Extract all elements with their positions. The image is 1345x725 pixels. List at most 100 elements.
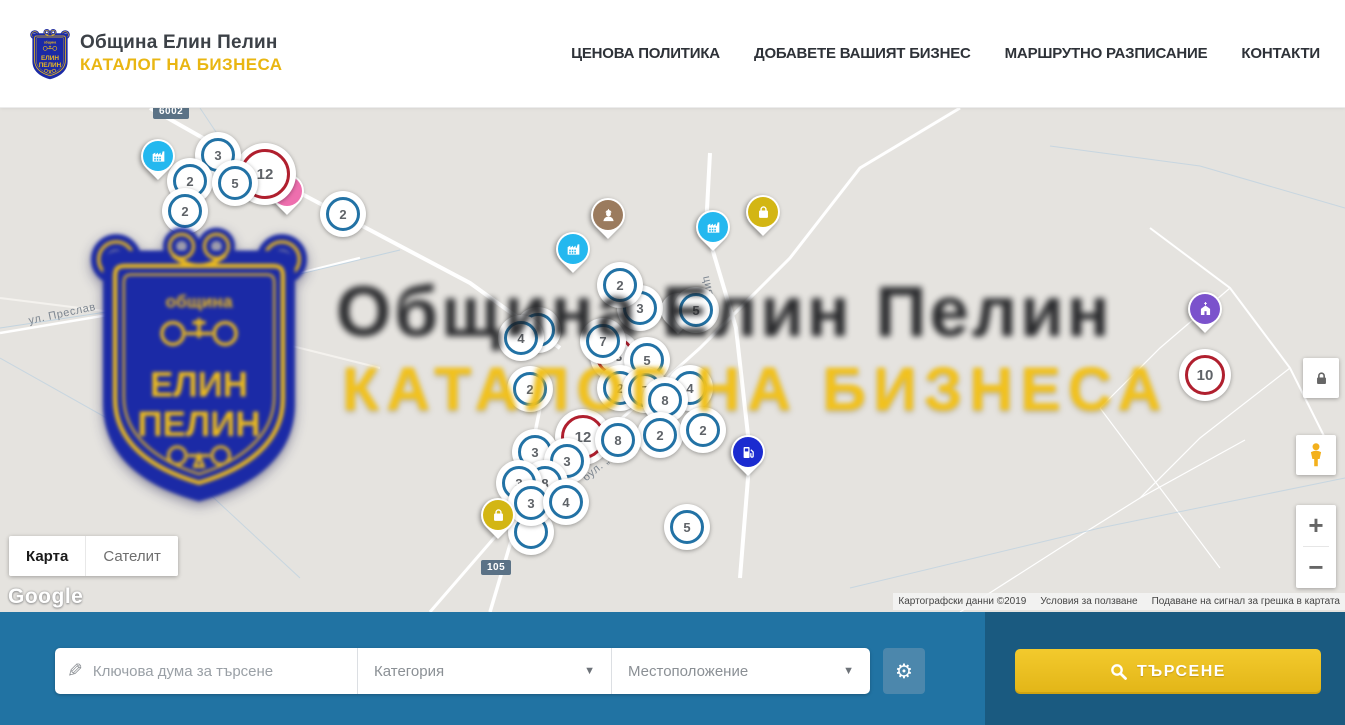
location-select-label: Местоположение bbox=[628, 663, 748, 680]
map-cluster-marker[interactable]: 5 bbox=[212, 160, 258, 206]
page: община ЕЛИН ПЕЛИН Община Елин Пелин КАТА… bbox=[0, 0, 1345, 725]
svg-text:ЕЛИН: ЕЛИН bbox=[41, 55, 59, 62]
pencil-icon: ✎ bbox=[67, 660, 83, 683]
shopping-bag-icon bbox=[755, 204, 772, 221]
cluster-count: 8 bbox=[614, 433, 621, 448]
cluster-count: 7 bbox=[599, 334, 606, 349]
location-select[interactable]: Местоположение ▼ bbox=[612, 648, 870, 694]
map-pin-marker[interactable] bbox=[743, 194, 783, 234]
report-error-link[interactable]: Подаване на сигнал за грешка в картата bbox=[1152, 596, 1340, 607]
brand-subtitle: КАТАЛОГ НА БИЗНЕСА bbox=[80, 55, 282, 75]
cluster-count: 3 bbox=[531, 445, 538, 460]
map-type-satellite-button[interactable]: Сателит bbox=[85, 536, 178, 576]
search-button-label: ТЪРСЕНЕ bbox=[1137, 663, 1226, 681]
zoom-in-button[interactable]: + bbox=[1296, 505, 1336, 546]
map-cluster-marker[interactable]: 4 bbox=[498, 315, 544, 361]
cluster-count: 2 bbox=[699, 423, 706, 438]
cluster-count: 2 bbox=[186, 174, 193, 189]
map-type-control: Карта Сателит bbox=[9, 536, 178, 576]
pegman-icon bbox=[1304, 442, 1328, 468]
search-input-group: ✎ Категория ▼ Местоположение ▼ bbox=[55, 648, 870, 694]
keyword-section: ✎ bbox=[55, 648, 358, 694]
brand-title: Община Елин Пелин bbox=[80, 32, 282, 54]
cluster-count: 4 bbox=[686, 381, 693, 396]
cluster-count: 2 bbox=[526, 382, 533, 397]
map-pin-marker[interactable] bbox=[693, 209, 733, 249]
map-cluster-marker[interactable]: 5 bbox=[673, 287, 719, 333]
nav-item-route-schedule[interactable]: МАРШРУТНО РАЗПИСАНИЕ bbox=[1005, 45, 1208, 62]
zoom-out-button[interactable]: − bbox=[1296, 547, 1336, 588]
brand-text: Община Елин Пелин КАТАЛОГ НА БИЗНЕСА bbox=[80, 32, 282, 75]
map-cluster-marker[interactable]: 8 bbox=[595, 417, 641, 463]
cluster-count: 3 bbox=[636, 301, 643, 316]
map-cluster-marker[interactable]: 4 bbox=[543, 479, 589, 525]
map-markers-layer: 12325223526413752274822128338334510 bbox=[0, 108, 1345, 612]
chevron-down-icon: ▼ bbox=[584, 665, 595, 677]
factory-icon bbox=[705, 219, 722, 236]
main-nav: ЦЕНОВА ПОЛИТИКА ДОБАВЕТЕ ВАШИЯТ БИЗНЕС М… bbox=[571, 45, 1320, 62]
map-cluster-marker[interactable]: 5 bbox=[664, 504, 710, 550]
map-pin-marker[interactable] bbox=[728, 434, 768, 474]
cluster-count: 4 bbox=[517, 331, 524, 346]
gear-icon: ⚙ bbox=[895, 659, 913, 684]
category-select[interactable]: Категория ▼ bbox=[358, 648, 612, 694]
terms-link[interactable]: Условия за ползване bbox=[1040, 596, 1137, 607]
street-view-pegman-button[interactable] bbox=[1296, 435, 1336, 475]
google-map[interactable]: ул. Преславбул. „Новоселция6002105 12325… bbox=[0, 108, 1345, 612]
google-logo[interactable]: Google bbox=[8, 585, 83, 609]
map-pin-marker[interactable] bbox=[588, 197, 628, 237]
cluster-count: 2 bbox=[656, 428, 663, 443]
keyword-search-input[interactable] bbox=[93, 663, 345, 680]
brand-logo[interactable]: община ЕЛИН ПЕЛИН Община Елин Пелин КАТА… bbox=[30, 27, 282, 81]
fuel-icon bbox=[740, 444, 757, 461]
map-pin-marker[interactable] bbox=[138, 138, 178, 178]
cluster-count: 5 bbox=[692, 303, 699, 318]
map-pin-marker[interactable] bbox=[1185, 291, 1225, 331]
map-type-map-button[interactable]: Карта bbox=[9, 536, 85, 576]
worker-icon bbox=[600, 207, 617, 224]
church-icon bbox=[1197, 301, 1214, 318]
svg-text:община: община bbox=[44, 40, 56, 44]
map-cluster-marker[interactable]: 2 bbox=[680, 407, 726, 453]
map-pin-marker[interactable] bbox=[478, 497, 518, 537]
shopping-bag-icon bbox=[490, 507, 507, 524]
cluster-count: 5 bbox=[683, 520, 690, 535]
cluster-count: 3 bbox=[563, 454, 570, 469]
map-cluster-marker[interactable]: 2 bbox=[507, 366, 553, 412]
cluster-count: 2 bbox=[339, 207, 346, 222]
chevron-down-icon: ▼ bbox=[843, 665, 854, 677]
cluster-count: 2 bbox=[616, 278, 623, 293]
zoom-control: + − bbox=[1296, 505, 1336, 588]
lock-button[interactable] bbox=[1303, 358, 1339, 398]
map-cluster-marker[interactable]: 10 bbox=[1179, 349, 1231, 401]
cluster-count: 2 bbox=[181, 204, 188, 219]
factory-icon bbox=[565, 241, 582, 258]
cluster-count: 3 bbox=[527, 496, 534, 511]
map-pin-marker[interactable] bbox=[553, 231, 593, 271]
svg-text:ПЕЛИН: ПЕЛИН bbox=[39, 62, 62, 69]
map-data-notice: Картографски данни ©2019 bbox=[898, 596, 1026, 607]
nav-item-add-business[interactable]: ДОБАВЕТЕ ВАШИЯТ БИЗНЕС bbox=[754, 45, 971, 62]
advanced-settings-button[interactable]: ⚙ bbox=[883, 648, 925, 694]
search-button[interactable]: ТЪРСЕНЕ bbox=[1015, 649, 1321, 694]
cluster-count: 12 bbox=[257, 166, 274, 183]
lock-icon bbox=[1313, 370, 1330, 387]
map-cluster-marker[interactable]: 2 bbox=[320, 191, 366, 237]
category-select-label: Категория bbox=[374, 663, 444, 680]
cluster-count: 10 bbox=[1197, 367, 1214, 384]
nav-item-contacts[interactable]: КОНТАКТИ bbox=[1241, 45, 1320, 62]
search-icon bbox=[1110, 663, 1127, 680]
map-cluster-marker[interactable]: 2 bbox=[162, 188, 208, 234]
municipality-crest-icon: община ЕЛИН ПЕЛИН bbox=[30, 27, 70, 81]
factory-icon bbox=[150, 148, 167, 165]
map-cluster-marker[interactable]: 7 bbox=[580, 318, 626, 364]
map-cluster-marker[interactable]: 2 bbox=[637, 412, 683, 458]
cluster-count: 3 bbox=[214, 148, 221, 163]
map-attribution: Картографски данни ©2019 Условия за полз… bbox=[893, 593, 1345, 610]
cluster-count: 5 bbox=[643, 353, 650, 368]
nav-item-pricing[interactable]: ЦЕНОВА ПОЛИТИКА bbox=[571, 45, 720, 62]
cluster-count: 8 bbox=[661, 393, 668, 408]
map-cluster-marker[interactable]: 2 bbox=[597, 262, 643, 308]
header: община ЕЛИН ПЕЛИН Община Елин Пелин КАТА… bbox=[0, 0, 1345, 108]
cluster-count: 5 bbox=[231, 176, 238, 191]
